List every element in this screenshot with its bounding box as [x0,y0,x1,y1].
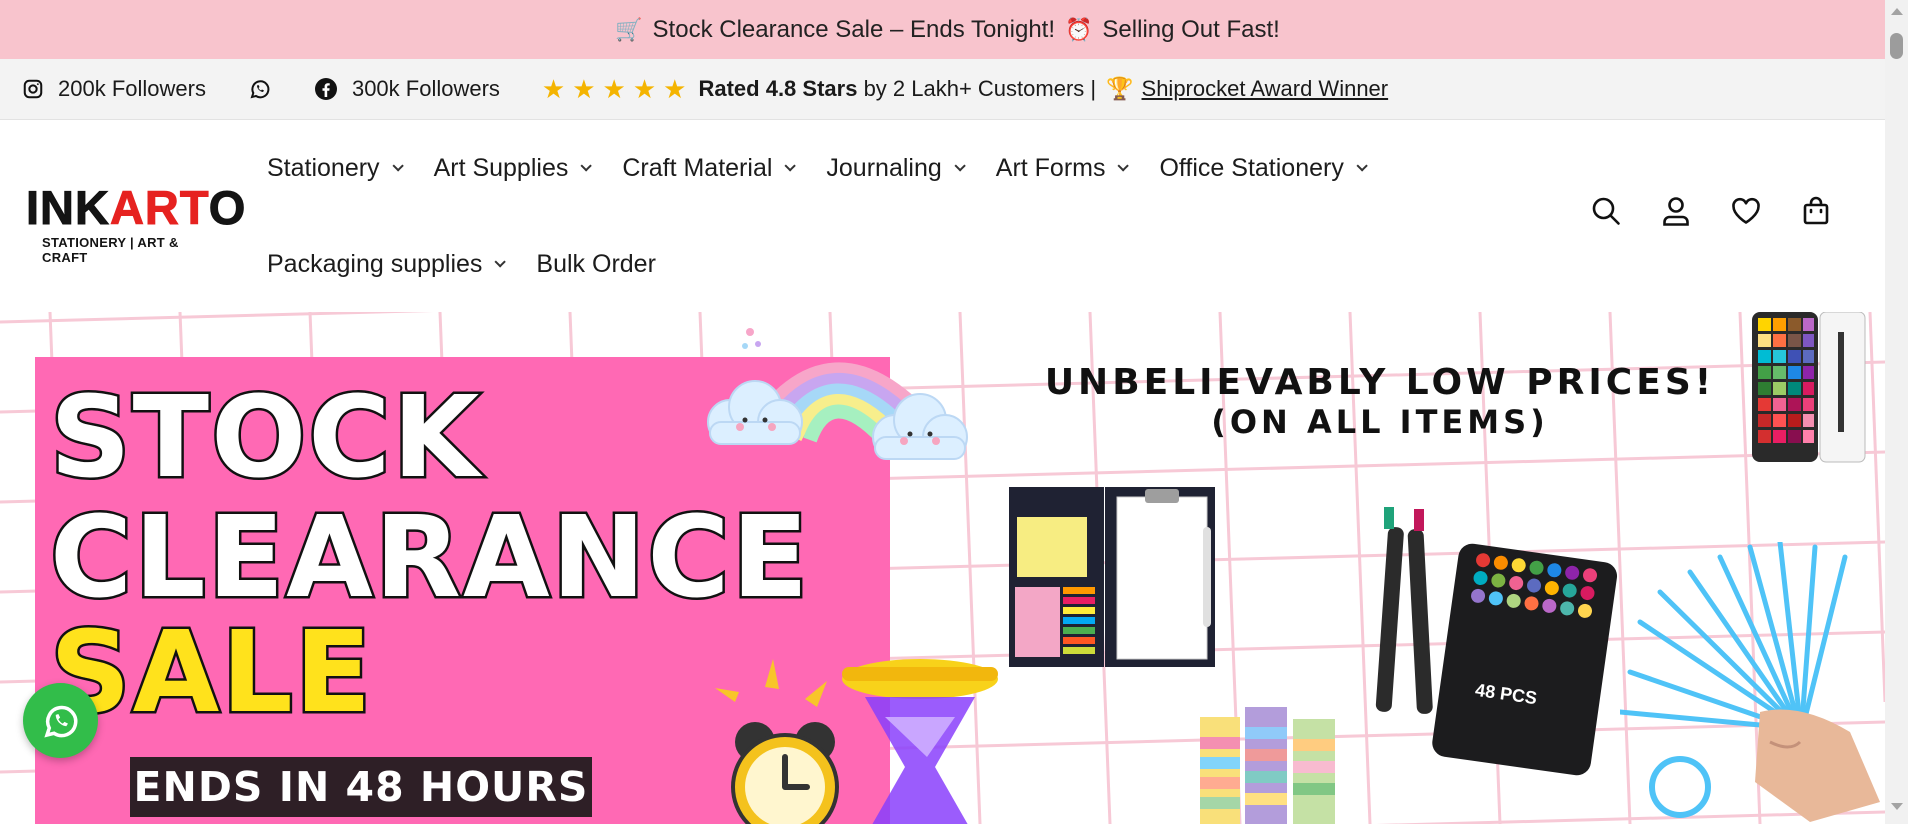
nav-row-1: Stationery Art Supplies Craft Material J… [267,120,1567,216]
pipe-cleaners-illustration [1620,542,1880,822]
chevron-down-icon [392,160,404,172]
star-icon: ★ [541,74,566,104]
nav-item-journaling[interactable]: Journaling [826,154,966,183]
countdown-label: ENDS IN 48 HOURS [130,757,592,817]
nav-item-art-supplies[interactable]: Art Supplies [434,154,593,183]
announcement-text-2: Selling Out Fast! [1102,15,1280,43]
rating-text: Rated 4.8 Stars by 2 Lakh+ Customers | [698,76,1096,102]
price-headline: UNBELIEVABLY LOW PRICES! (ON ALL ITEMS) [1010,362,1750,442]
chevron-down-icon [494,256,507,268]
markers-case-illustration [1375,507,1618,776]
social-trust-bar: 200k Followers 300k Followers ★ ★ ★ ★ ★ … [0,59,1885,120]
facebook-link[interactable]: 300k Followers [314,76,500,102]
facebook-icon [314,78,337,100]
nav-row-2: Packaging supplies Bulk Order [267,216,1567,312]
nav-item-stationery[interactable]: Stationery [267,154,404,183]
hero-title-line-2: CLEARANCE [47,493,811,623]
instagram-followers: 200k Followers [58,76,206,101]
rating-customers: by 2 Lakh+ Customers | [863,76,1097,101]
announcement-text-1: Stock Clearance Sale – Ends Tonight! [652,15,1056,43]
sticky-note-organizer-illustration [1009,487,1215,667]
headline-line-2: (ON ALL ITEMS) [1211,403,1549,442]
instagram-icon [23,79,43,99]
inkarto-logo[interactable]: INKARTO STATIONERY | ART & CRAFT [26,181,247,266]
whatsapp-link[interactable] [248,77,272,101]
star-icon: ★ [572,74,596,104]
instagram-link[interactable]: 200k Followers [22,76,206,102]
main-navigation: Stationery Art Supplies Craft Material J… [267,120,1567,312]
wishlist-heart-icon[interactable] [1730,195,1762,227]
nav-item-bulk-order[interactable]: Bulk Order [536,250,655,279]
whatsapp-chat-button[interactable] [23,683,98,758]
chevron-down-icon [1117,160,1130,172]
search-icon[interactable] [1590,195,1622,227]
scroll-up-arrow-icon[interactable] [1891,8,1903,15]
whatsapp-icon [43,705,77,737]
logo-tagline: STATIONERY | ART & CRAFT [42,235,179,265]
announcement-bar: 🛒 Stock Clearance Sale – Ends Tonight! ⏰… [0,0,1885,59]
hero-banner[interactable]: STOCK CLEARANCE SALE ENDS IN 48 HOURS UN… [0,312,1885,824]
washi-tape-illustration [1200,707,1335,824]
rating-stars: ★ ★ ★ ★ ★ [542,76,687,102]
star-icon: ★ [663,74,687,104]
alarm-clock-emoji-icon: ⏰ [1065,16,1093,42]
award-link[interactable]: Shiprocket Award Winner [1142,76,1389,102]
scroll-thumb[interactable] [1890,33,1903,59]
watercolor-palette-illustration [1752,312,1866,463]
hero-title-line-3: SALE [47,608,374,738]
chevron-down-icon [784,160,797,172]
cart-emoji-icon: 🛒 [615,16,643,42]
nav-item-packaging-supplies[interactable]: Packaging supplies [267,250,507,279]
header-actions [1590,195,1832,227]
account-icon[interactable] [1660,195,1692,227]
nav-item-craft-material[interactable]: Craft Material [622,154,797,183]
headline-line-1: UNBELIEVABLY LOW PRICES! [1044,362,1716,403]
star-icon: ★ [632,74,657,104]
page-scrollbar[interactable] [1885,0,1908,824]
rainbow-illustration [707,328,968,460]
star-icon: ★ [602,74,626,104]
chevron-down-icon [580,160,593,172]
facebook-followers: 300k Followers [351,76,500,101]
site-header: INKARTO STATIONERY | ART & CRAFT Station… [0,120,1885,312]
alarm-clock-illustration [715,659,998,824]
nav-item-office-stationery[interactable]: Office Stationery [1159,154,1368,183]
chevron-down-icon [954,160,966,172]
cart-bag-icon[interactable] [1800,195,1832,227]
hero-title-line-1: STOCK [47,373,482,503]
rating-value: Rated 4.8 Stars [698,76,858,101]
scroll-down-arrow-icon[interactable] [1891,803,1903,810]
trophy-emoji-icon: 🏆 [1106,76,1134,101]
whatsapp-icon [250,80,270,99]
logo-wordmark: INKARTO [26,181,247,234]
chevron-down-icon [1356,160,1368,172]
nav-item-art-forms[interactable]: Art Forms [996,154,1130,183]
